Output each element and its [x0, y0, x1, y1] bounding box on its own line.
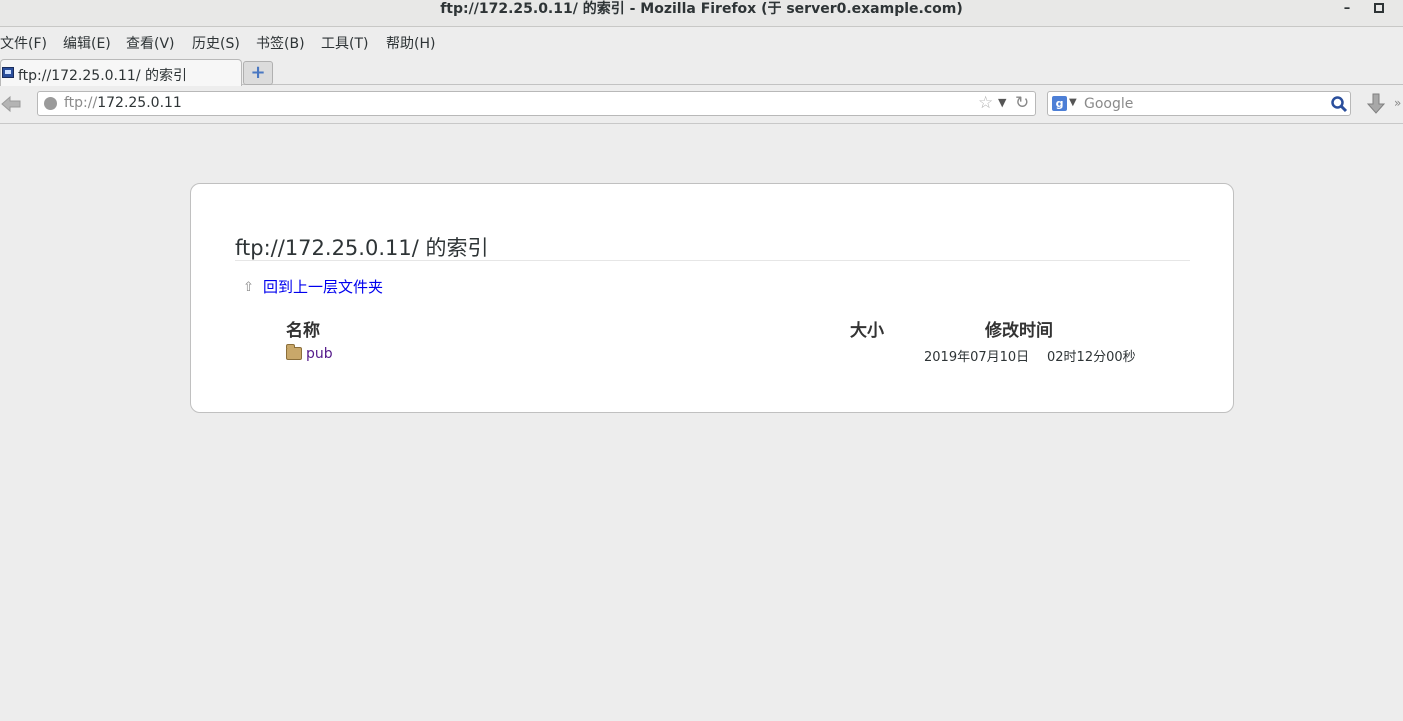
maximize-icon[interactable]: [1374, 3, 1384, 13]
directory-listing: ftp://172.25.0.11/ 的索引 ⇧ 回到上一层文件夹 名称 大小 修…: [190, 183, 1234, 413]
menu-edit[interactable]: 编辑(E): [63, 33, 111, 53]
table-row: pub 2019年07月10日 02时12分00秒: [191, 344, 1233, 365]
menu-help[interactable]: 帮助(H): [386, 33, 435, 53]
url-scheme: ftp://: [64, 95, 98, 111]
column-header-modified[interactable]: 修改时间: [985, 316, 1053, 341]
divider: [235, 260, 1190, 261]
tab-strip: ftp://172.25.0.11/ 的索引 +: [0, 57, 1403, 86]
monitor-icon: [2, 67, 14, 78]
menu-view[interactable]: 查看(V): [126, 33, 175, 53]
window-titlebar: ftp://172.25.0.11/ 的索引 - Mozilla Firefox…: [0, 0, 1403, 27]
search-bar[interactable]: g ▼: [1047, 91, 1351, 116]
modified-time: 02时12分00秒: [1047, 350, 1136, 365]
google-engine-icon[interactable]: g: [1052, 96, 1067, 111]
toolbar-overflow-icon[interactable]: »: [1394, 96, 1403, 112]
bookmark-star-icon[interactable]: ☆: [978, 93, 993, 113]
up-arrow-icon: ⇧: [243, 280, 254, 295]
menu-tools[interactable]: 工具(T): [321, 33, 368, 53]
url-host: 172.25.0.11: [97, 95, 182, 111]
page-title: ftp://172.25.0.11/ 的索引: [235, 236, 489, 260]
search-input[interactable]: [1084, 94, 1324, 113]
menu-file[interactable]: 文件(F): [0, 33, 47, 53]
chevron-down-icon[interactable]: ▼: [998, 96, 1006, 109]
tab-label: ftp://172.25.0.11/ 的索引: [18, 68, 187, 84]
folder-icon: [286, 344, 302, 360]
menu-bookmarks[interactable]: 书签(B): [256, 33, 305, 53]
reload-icon[interactable]: ↻: [1015, 93, 1029, 113]
column-header-size[interactable]: 大小: [850, 316, 884, 341]
globe-icon: [44, 97, 57, 110]
tab-ftp-index[interactable]: ftp://172.25.0.11/ 的索引: [0, 59, 242, 86]
navigation-toolbar: ftp://172.25.0.11 ☆ ▼ ↻ g ▼ »: [0, 86, 1403, 124]
back-arrow-icon[interactable]: [0, 95, 24, 113]
file-link-pub[interactable]: pub: [306, 346, 333, 362]
menu-bar: 文件(F) 编辑(E) 查看(V) 历史(S) 书签(B) 工具(T) 帮助(H…: [0, 28, 1403, 57]
chevron-down-icon[interactable]: ▼: [1069, 97, 1077, 108]
minimize-icon[interactable]: –: [1340, 2, 1354, 16]
window-title: ftp://172.25.0.11/ 的索引 - Mozilla Firefox…: [440, 1, 963, 17]
modified-date: 2019年07月10日: [924, 350, 1030, 365]
parent-directory-link[interactable]: ⇧ 回到上一层文件夹: [243, 276, 383, 297]
parent-directory-label[interactable]: 回到上一层文件夹: [263, 278, 383, 296]
magnifier-icon[interactable]: [1330, 95, 1348, 113]
new-tab-button[interactable]: +: [243, 61, 273, 85]
url-bar[interactable]: ftp://172.25.0.11 ☆ ▼ ↻: [37, 91, 1036, 116]
menu-history[interactable]: 历史(S): [192, 33, 240, 53]
url-text[interactable]: ftp://172.25.0.11: [64, 95, 182, 111]
column-header-name[interactable]: 名称: [286, 316, 320, 341]
download-arrow-icon[interactable]: [1365, 92, 1387, 116]
